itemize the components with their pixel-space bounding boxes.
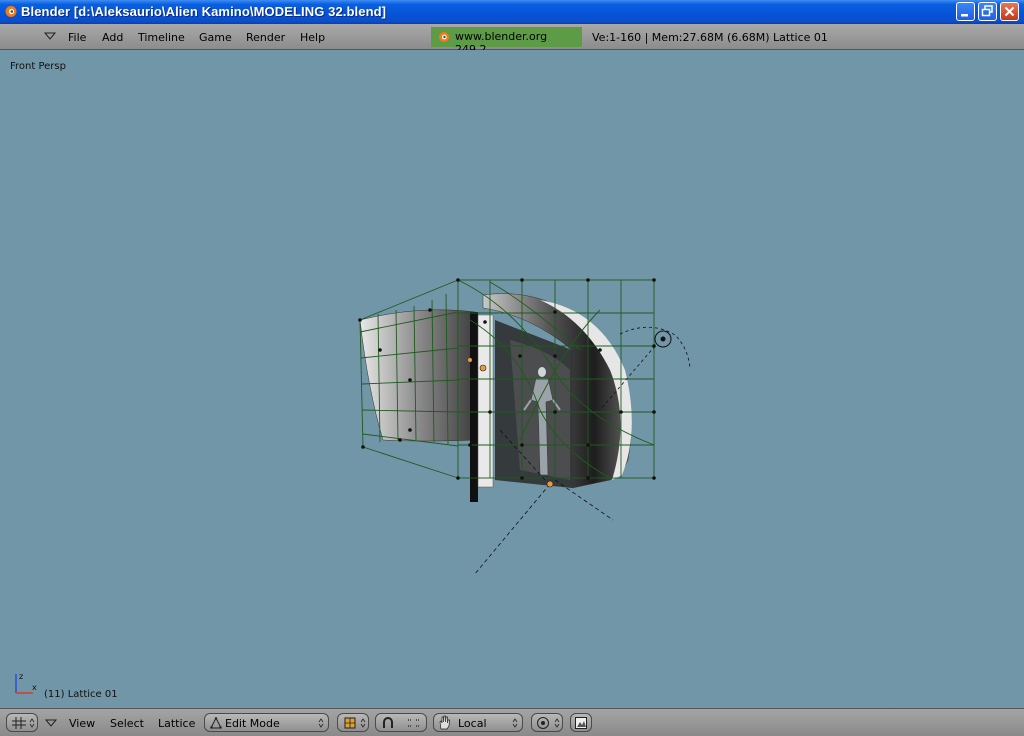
window-title: Blender [d:\Aleksaurio\Alien Kamino\MODE… — [21, 4, 387, 19]
edit-mode-icon — [210, 717, 222, 729]
menu-game[interactable]: Game — [199, 31, 232, 44]
pivot-point-button[interactable] — [531, 713, 563, 732]
updown-arrow-icon — [29, 718, 35, 728]
viewport-header: View Select Lattice Edit Mode Local — [0, 708, 1024, 736]
mode-select-value: Edit Mode — [225, 717, 280, 730]
hand-icon — [439, 715, 450, 730]
snap-grid-icon — [408, 719, 420, 727]
snap-tools-group[interactable] — [375, 713, 427, 732]
draw-type-button[interactable] — [337, 713, 369, 732]
viewport-type-icon — [12, 717, 26, 729]
blender-logo-icon — [5, 6, 17, 17]
view-name-label: Front Persp — [10, 61, 66, 72]
editor-type-button[interactable] — [6, 713, 38, 732]
axis-gizmo-icon: z x — [15, 672, 37, 694]
scene-stats: Ve:1-160 | Mem:27.68M (6.68M) Lattice 01 — [592, 31, 828, 44]
menu-render[interactable]: Render — [246, 31, 285, 44]
render-preview-button[interactable] — [570, 713, 592, 732]
magnet-icon — [383, 717, 393, 728]
orientation-value: Local — [458, 717, 487, 730]
menu-select[interactable]: Select — [110, 717, 144, 730]
window-titlebar[interactable]: Blender [d:\Aleksaurio\Alien Kamino\MODE… — [0, 0, 1024, 24]
maximize-button[interactable] — [978, 2, 997, 21]
pivot-icon — [537, 717, 549, 729]
menu-help[interactable]: Help — [300, 31, 325, 44]
mode-select[interactable]: Edit Mode — [204, 713, 329, 732]
menu-timeline[interactable]: Timeline — [138, 31, 185, 44]
updown-arrow-icon — [512, 718, 518, 728]
updown-arrow-icon — [554, 718, 560, 728]
minimize-icon — [961, 14, 968, 17]
header-collapse-icon[interactable] — [45, 719, 57, 727]
menu-add[interactable]: Add — [102, 31, 123, 44]
mesh-right-shell — [482, 293, 632, 489]
svg-text:z: z — [19, 672, 23, 681]
svg-text:x: x — [32, 683, 37, 692]
mesh-left-wall — [359, 309, 479, 442]
menu-view[interactable]: View — [69, 717, 95, 730]
restore-icon — [981, 5, 993, 17]
menu-lattice[interactable]: Lattice — [158, 717, 195, 730]
transform-orientation-select[interactable]: Local — [433, 713, 523, 732]
menu-file[interactable]: File — [68, 31, 86, 44]
blender-logo-icon — [439, 32, 449, 42]
updown-arrow-icon — [360, 718, 366, 728]
close-button[interactable] — [1000, 2, 1019, 21]
3d-viewport[interactable]: z x — [0, 50, 1024, 708]
header-collapse-icon[interactable] — [44, 32, 56, 40]
close-icon — [1004, 6, 1015, 17]
minimize-button[interactable] — [956, 2, 975, 21]
active-object-label: (11) Lattice 01 — [44, 689, 118, 700]
render-icon — [575, 717, 587, 729]
updown-arrow-icon — [318, 718, 324, 728]
viewport-scene: z x — [15, 278, 691, 694]
splash-button[interactable]: www.blender.org 249.2 — [431, 27, 582, 56]
lattice-icon — [344, 717, 356, 729]
